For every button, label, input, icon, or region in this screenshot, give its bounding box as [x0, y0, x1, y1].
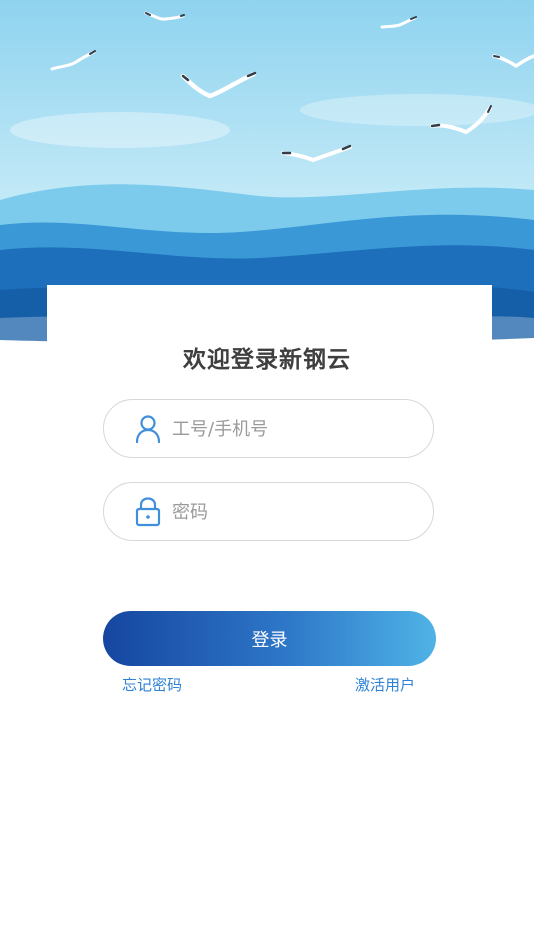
- user-icon: [134, 414, 162, 444]
- password-input[interactable]: [172, 495, 412, 529]
- password-field[interactable]: [103, 482, 434, 541]
- forgot-password-link[interactable]: 忘记密码: [122, 674, 182, 695]
- login-button[interactable]: 登录: [103, 611, 436, 666]
- lock-icon: [134, 497, 162, 527]
- account-field[interactable]: [103, 399, 434, 458]
- account-input[interactable]: [172, 412, 412, 446]
- activate-user-link[interactable]: 激活用户: [355, 674, 415, 695]
- login-screen: 欢迎登录新钢云 登录 忘记密码 激活用户: [0, 0, 534, 950]
- page-title: 欢迎登录新钢云: [183, 346, 351, 373]
